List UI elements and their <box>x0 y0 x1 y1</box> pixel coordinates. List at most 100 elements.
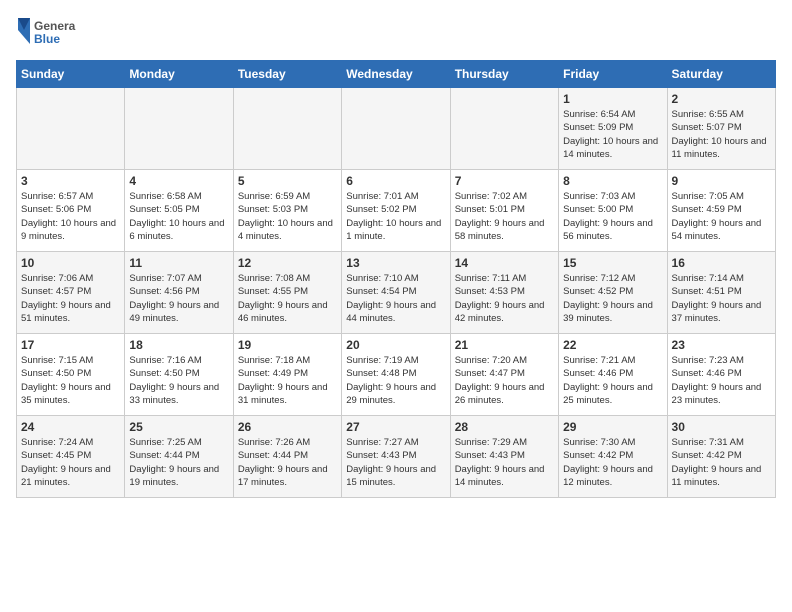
calendar-cell: 30 Sunrise: 7:31 AM Sunset: 4:42 PM Dayli… <box>667 416 775 498</box>
day-number: 10 <box>21 256 120 270</box>
calendar-cell: 7Sunrise: 7:02 AM Sunset: 5:01 PM Daylig… <box>450 170 558 252</box>
day-number: 1 <box>563 92 662 106</box>
day-info: Sunrise: 7:30 AM Sunset: 4:42 PM Dayligh… <box>563 436 662 489</box>
calendar-cell: 19 Sunrise: 7:18 AM Sunset: 4:49 PM Dayli… <box>233 334 341 416</box>
logo-svg: General Blue <box>16 16 76 52</box>
day-number: 27 <box>346 420 445 434</box>
calendar-cell: 4 Sunrise: 6:58 AM Sunset: 5:05 PM Daylig… <box>125 170 233 252</box>
day-info: Sunrise: 7:23 AM Sunset: 4:46 PM Dayligh… <box>672 354 771 407</box>
calendar-cell: 24 Sunrise: 7:24 AM Sunset: 4:45 PM Dayli… <box>17 416 125 498</box>
calendar-week-5: 24 Sunrise: 7:24 AM Sunset: 4:45 PM Dayli… <box>17 416 776 498</box>
day-info: Sunrise: 7:15 AM Sunset: 4:50 PM Dayligh… <box>21 354 120 407</box>
day-number: 12 <box>238 256 337 270</box>
calendar-cell: 6Sunrise: 7:01 AM Sunset: 5:02 PM Daylig… <box>342 170 450 252</box>
svg-text:General: General <box>34 19 76 33</box>
calendar-week-1: 1 Sunrise: 6:54 AM Sunset: 5:09 PM Daylig… <box>17 88 776 170</box>
calendar-cell: 8 Sunrise: 7:03 AM Sunset: 5:00 PM Daylig… <box>559 170 667 252</box>
day-number: 29 <box>563 420 662 434</box>
calendar-week-4: 17 Sunrise: 7:15 AM Sunset: 4:50 PM Dayli… <box>17 334 776 416</box>
day-info: Sunrise: 7:07 AM Sunset: 4:56 PM Dayligh… <box>129 272 228 325</box>
day-number: 30 <box>672 420 771 434</box>
day-number: 14 <box>455 256 554 270</box>
calendar-cell: 3 Sunrise: 6:57 AM Sunset: 5:06 PM Daylig… <box>17 170 125 252</box>
calendar-cell: 12 Sunrise: 7:08 AM Sunset: 4:55 PM Dayli… <box>233 252 341 334</box>
day-number: 22 <box>563 338 662 352</box>
day-info: Sunrise: 6:54 AM Sunset: 5:09 PM Dayligh… <box>563 108 662 161</box>
calendar-cell <box>17 88 125 170</box>
day-number: 15 <box>563 256 662 270</box>
day-number: 6 <box>346 174 445 188</box>
day-info: Sunrise: 7:24 AM Sunset: 4:45 PM Dayligh… <box>21 436 120 489</box>
day-number: 4 <box>129 174 228 188</box>
day-number: 9 <box>672 174 771 188</box>
weekday-header-thursday: Thursday <box>450 61 558 88</box>
day-info: Sunrise: 7:08 AM Sunset: 4:55 PM Dayligh… <box>238 272 337 325</box>
day-info: Sunrise: 7:14 AM Sunset: 4:51 PM Dayligh… <box>672 272 771 325</box>
calendar-cell: 10 Sunrise: 7:06 AM Sunset: 4:57 PM Dayli… <box>17 252 125 334</box>
day-number: 8 <box>563 174 662 188</box>
day-number: 3 <box>21 174 120 188</box>
day-number: 5 <box>238 174 337 188</box>
day-number: 2 <box>672 92 771 106</box>
day-number: 24 <box>21 420 120 434</box>
calendar-cell: 1 Sunrise: 6:54 AM Sunset: 5:09 PM Daylig… <box>559 88 667 170</box>
day-info: Sunrise: 7:06 AM Sunset: 4:57 PM Dayligh… <box>21 272 120 325</box>
day-number: 11 <box>129 256 228 270</box>
calendar-cell: 29 Sunrise: 7:30 AM Sunset: 4:42 PM Dayli… <box>559 416 667 498</box>
day-info: Sunrise: 7:31 AM Sunset: 4:42 PM Dayligh… <box>672 436 771 489</box>
calendar-cell: 13 Sunrise: 7:10 AM Sunset: 4:54 PM Dayli… <box>342 252 450 334</box>
calendar-cell: 11 Sunrise: 7:07 AM Sunset: 4:56 PM Dayli… <box>125 252 233 334</box>
day-info: Sunrise: 7:27 AM Sunset: 4:43 PM Dayligh… <box>346 436 445 489</box>
day-number: 13 <box>346 256 445 270</box>
weekday-header-friday: Friday <box>559 61 667 88</box>
day-number: 18 <box>129 338 228 352</box>
calendar-week-3: 10 Sunrise: 7:06 AM Sunset: 4:57 PM Dayli… <box>17 252 776 334</box>
day-info: Sunrise: 7:19 AM Sunset: 4:48 PM Dayligh… <box>346 354 445 407</box>
day-info: Sunrise: 7:25 AM Sunset: 4:44 PM Dayligh… <box>129 436 228 489</box>
day-number: 16 <box>672 256 771 270</box>
day-info: Sunrise: 7:05 AM Sunset: 4:59 PM Dayligh… <box>672 190 771 243</box>
day-number: 25 <box>129 420 228 434</box>
logo: General Blue <box>16 16 76 52</box>
calendar-cell: 22 Sunrise: 7:21 AM Sunset: 4:46 PM Dayli… <box>559 334 667 416</box>
day-number: 17 <box>21 338 120 352</box>
page-header: General Blue <box>16 16 776 52</box>
calendar-cell: 21 Sunrise: 7:20 AM Sunset: 4:47 PM Dayli… <box>450 334 558 416</box>
day-info: Sunrise: 6:57 AM Sunset: 5:06 PM Dayligh… <box>21 190 120 243</box>
weekday-header-tuesday: Tuesday <box>233 61 341 88</box>
calendar-cell: 23 Sunrise: 7:23 AM Sunset: 4:46 PM Dayli… <box>667 334 775 416</box>
calendar-cell: 20 Sunrise: 7:19 AM Sunset: 4:48 PM Dayli… <box>342 334 450 416</box>
calendar-cell: 2 Sunrise: 6:55 AM Sunset: 5:07 PM Daylig… <box>667 88 775 170</box>
day-info: Sunrise: 7:11 AM Sunset: 4:53 PM Dayligh… <box>455 272 554 325</box>
calendar-cell: 25 Sunrise: 7:25 AM Sunset: 4:44 PM Dayli… <box>125 416 233 498</box>
day-number: 20 <box>346 338 445 352</box>
calendar-cell: 14 Sunrise: 7:11 AM Sunset: 4:53 PM Dayli… <box>450 252 558 334</box>
day-info: Sunrise: 7:21 AM Sunset: 4:46 PM Dayligh… <box>563 354 662 407</box>
day-info: Sunrise: 7:10 AM Sunset: 4:54 PM Dayligh… <box>346 272 445 325</box>
calendar-cell <box>450 88 558 170</box>
weekday-header-wednesday: Wednesday <box>342 61 450 88</box>
calendar-cell <box>125 88 233 170</box>
calendar-cell: 5Sunrise: 6:59 AM Sunset: 5:03 PM Daylig… <box>233 170 341 252</box>
calendar-week-2: 3 Sunrise: 6:57 AM Sunset: 5:06 PM Daylig… <box>17 170 776 252</box>
day-info: Sunrise: 7:29 AM Sunset: 4:43 PM Dayligh… <box>455 436 554 489</box>
day-info: Sunrise: 7:20 AM Sunset: 4:47 PM Dayligh… <box>455 354 554 407</box>
day-number: 21 <box>455 338 554 352</box>
day-number: 19 <box>238 338 337 352</box>
day-info: Sunrise: 7:16 AM Sunset: 4:50 PM Dayligh… <box>129 354 228 407</box>
calendar-cell: 18 Sunrise: 7:16 AM Sunset: 4:50 PM Dayli… <box>125 334 233 416</box>
day-number: 28 <box>455 420 554 434</box>
day-number: 23 <box>672 338 771 352</box>
calendar-cell: 27 Sunrise: 7:27 AM Sunset: 4:43 PM Dayli… <box>342 416 450 498</box>
calendar-cell: 16 Sunrise: 7:14 AM Sunset: 4:51 PM Dayli… <box>667 252 775 334</box>
day-info: Sunrise: 7:18 AM Sunset: 4:49 PM Dayligh… <box>238 354 337 407</box>
weekday-header-saturday: Saturday <box>667 61 775 88</box>
day-number: 26 <box>238 420 337 434</box>
calendar-cell <box>233 88 341 170</box>
calendar-cell <box>342 88 450 170</box>
day-info: Sunrise: 6:58 AM Sunset: 5:05 PM Dayligh… <box>129 190 228 243</box>
weekday-header-monday: Monday <box>125 61 233 88</box>
day-info: Sunrise: 6:55 AM Sunset: 5:07 PM Dayligh… <box>672 108 771 161</box>
day-info: Sunrise: 7:03 AM Sunset: 5:00 PM Dayligh… <box>563 190 662 243</box>
day-info: Sunrise: 7:02 AM Sunset: 5:01 PM Dayligh… <box>455 190 554 243</box>
